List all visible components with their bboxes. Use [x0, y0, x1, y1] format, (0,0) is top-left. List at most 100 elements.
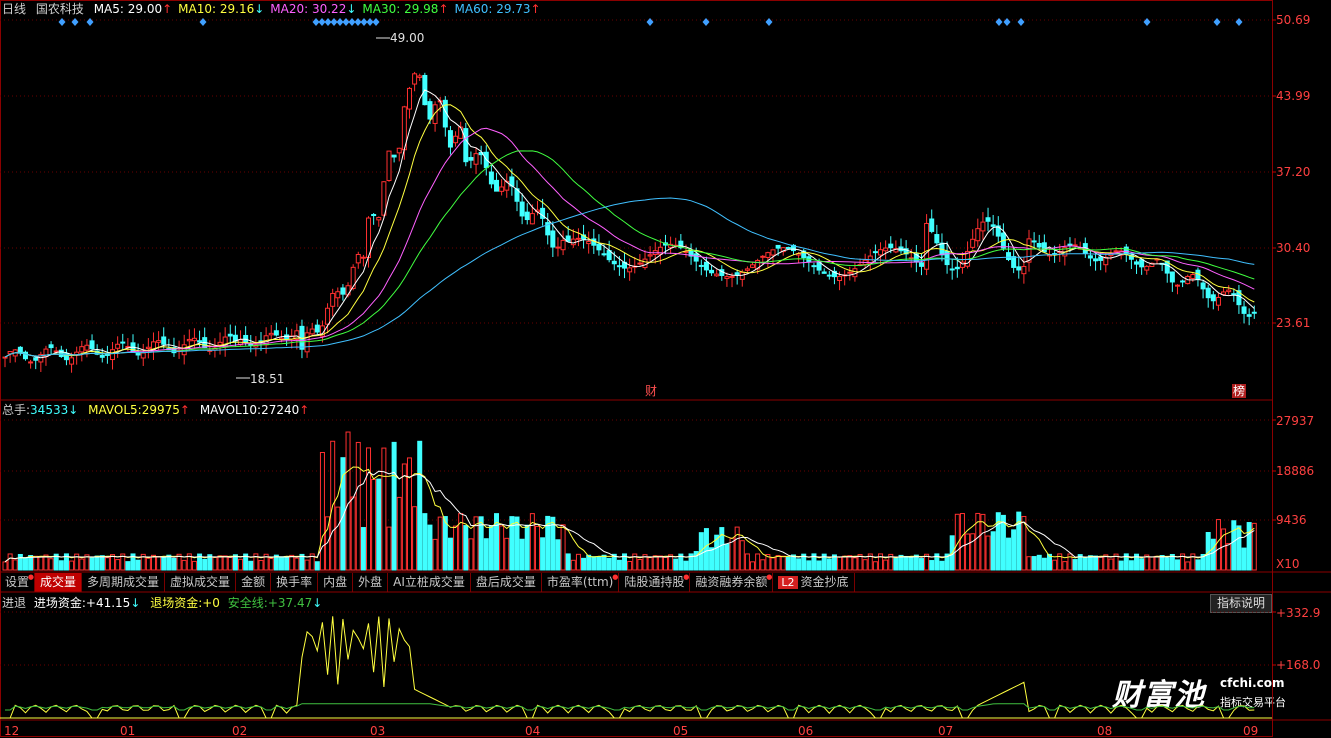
candle-body — [550, 230, 556, 248]
volume-bar — [637, 558, 643, 571]
candle-body — [524, 211, 530, 221]
volume-bar — [570, 559, 576, 571]
signal-diamond — [765, 18, 773, 26]
candle-body — [1006, 252, 1012, 261]
candle-body — [1144, 265, 1150, 271]
volume-bar — [806, 560, 812, 571]
candle-body — [1036, 242, 1042, 248]
candle-body — [391, 154, 397, 158]
volume-bar — [1016, 511, 1022, 571]
signal-diamond — [646, 18, 654, 26]
kline-chart-canvas[interactable] — [0, 0, 1331, 738]
volume-bar — [366, 447, 372, 571]
candle-body — [499, 186, 505, 192]
volume-bar — [862, 559, 868, 571]
volume-bar — [1215, 519, 1221, 571]
candle-body — [1021, 266, 1027, 275]
candle-body — [1098, 256, 1104, 261]
volume-bar — [319, 451, 325, 571]
candle-body — [350, 266, 356, 290]
volume-bar — [355, 441, 361, 571]
mavol-line — [4, 466, 1255, 563]
candle-body — [284, 334, 290, 340]
candle-body — [191, 337, 197, 342]
volume-bar — [156, 556, 162, 571]
candle-body — [115, 343, 121, 349]
candle-body — [1221, 291, 1227, 295]
candle-body — [427, 101, 433, 120]
candle-body — [985, 217, 991, 222]
candle-body — [304, 332, 310, 353]
volume-bar — [842, 555, 848, 571]
volume-bar — [488, 525, 494, 571]
volume-bar — [1251, 522, 1257, 571]
volume-bar — [647, 557, 653, 571]
signal-diamond — [336, 18, 344, 26]
candle-body — [2, 356, 8, 359]
candle-body — [325, 307, 331, 325]
candle-body — [371, 214, 377, 217]
volume-bar — [38, 556, 44, 571]
candle-body — [473, 153, 479, 165]
candle-body — [273, 330, 279, 336]
candle-body — [1246, 314, 1252, 317]
volume-bar — [1041, 557, 1047, 571]
candle-body — [156, 340, 162, 343]
volume-bar — [304, 559, 310, 571]
candle-body — [432, 104, 438, 124]
volume-bar — [913, 554, 919, 571]
candle-body — [1103, 256, 1109, 266]
candle-body — [89, 340, 95, 350]
signal-diamond — [702, 18, 710, 26]
volume-bar — [422, 513, 428, 571]
signal-diamond — [372, 18, 380, 26]
signal-diamond — [1017, 18, 1025, 26]
volume-bar — [437, 516, 443, 571]
candle-body — [197, 340, 203, 343]
volume-bar — [662, 556, 668, 571]
candle-body — [69, 357, 75, 365]
volume-bar — [48, 558, 54, 571]
candle-body — [345, 285, 351, 296]
volume-bar — [985, 535, 991, 571]
volume-bar — [284, 555, 290, 571]
candle-body — [314, 324, 320, 333]
candle-body — [120, 341, 126, 344]
candle-body — [878, 249, 884, 256]
volume-bar — [278, 556, 284, 571]
volume-bar — [191, 560, 197, 571]
volume-bar — [1087, 555, 1093, 571]
volume-bar — [1006, 537, 1012, 571]
volume-bar — [657, 555, 663, 571]
volume-bar — [294, 557, 300, 571]
volume-bar — [1026, 556, 1032, 571]
volume-bar — [1241, 547, 1247, 571]
candle-body — [1093, 258, 1099, 262]
volume-bar — [499, 525, 505, 571]
volume-bar — [1108, 558, 1114, 571]
candle-body — [750, 264, 756, 268]
candle-body — [161, 336, 167, 345]
candle-body — [642, 258, 648, 269]
chart-frame — [0, 0, 1273, 737]
signal-diamond — [1143, 18, 1151, 26]
candle-body — [555, 246, 561, 249]
candle-body — [765, 252, 771, 258]
signal-diamond — [366, 18, 374, 26]
volume-bar — [1154, 555, 1160, 571]
candle-body — [217, 341, 223, 346]
candle-body — [990, 224, 996, 227]
candle-body — [929, 218, 935, 232]
volume-bar — [1118, 560, 1124, 571]
candle-body — [48, 344, 54, 349]
candle-body — [99, 354, 105, 358]
volume-bar — [739, 540, 745, 571]
volume-bar — [217, 555, 223, 571]
volume-bar — [125, 561, 131, 571]
candle-body — [821, 271, 827, 274]
candle-body — [724, 276, 730, 279]
signal-diamond — [71, 18, 79, 26]
volume-bar — [534, 525, 540, 571]
candle-body — [463, 128, 469, 163]
volume-bar — [135, 559, 141, 571]
